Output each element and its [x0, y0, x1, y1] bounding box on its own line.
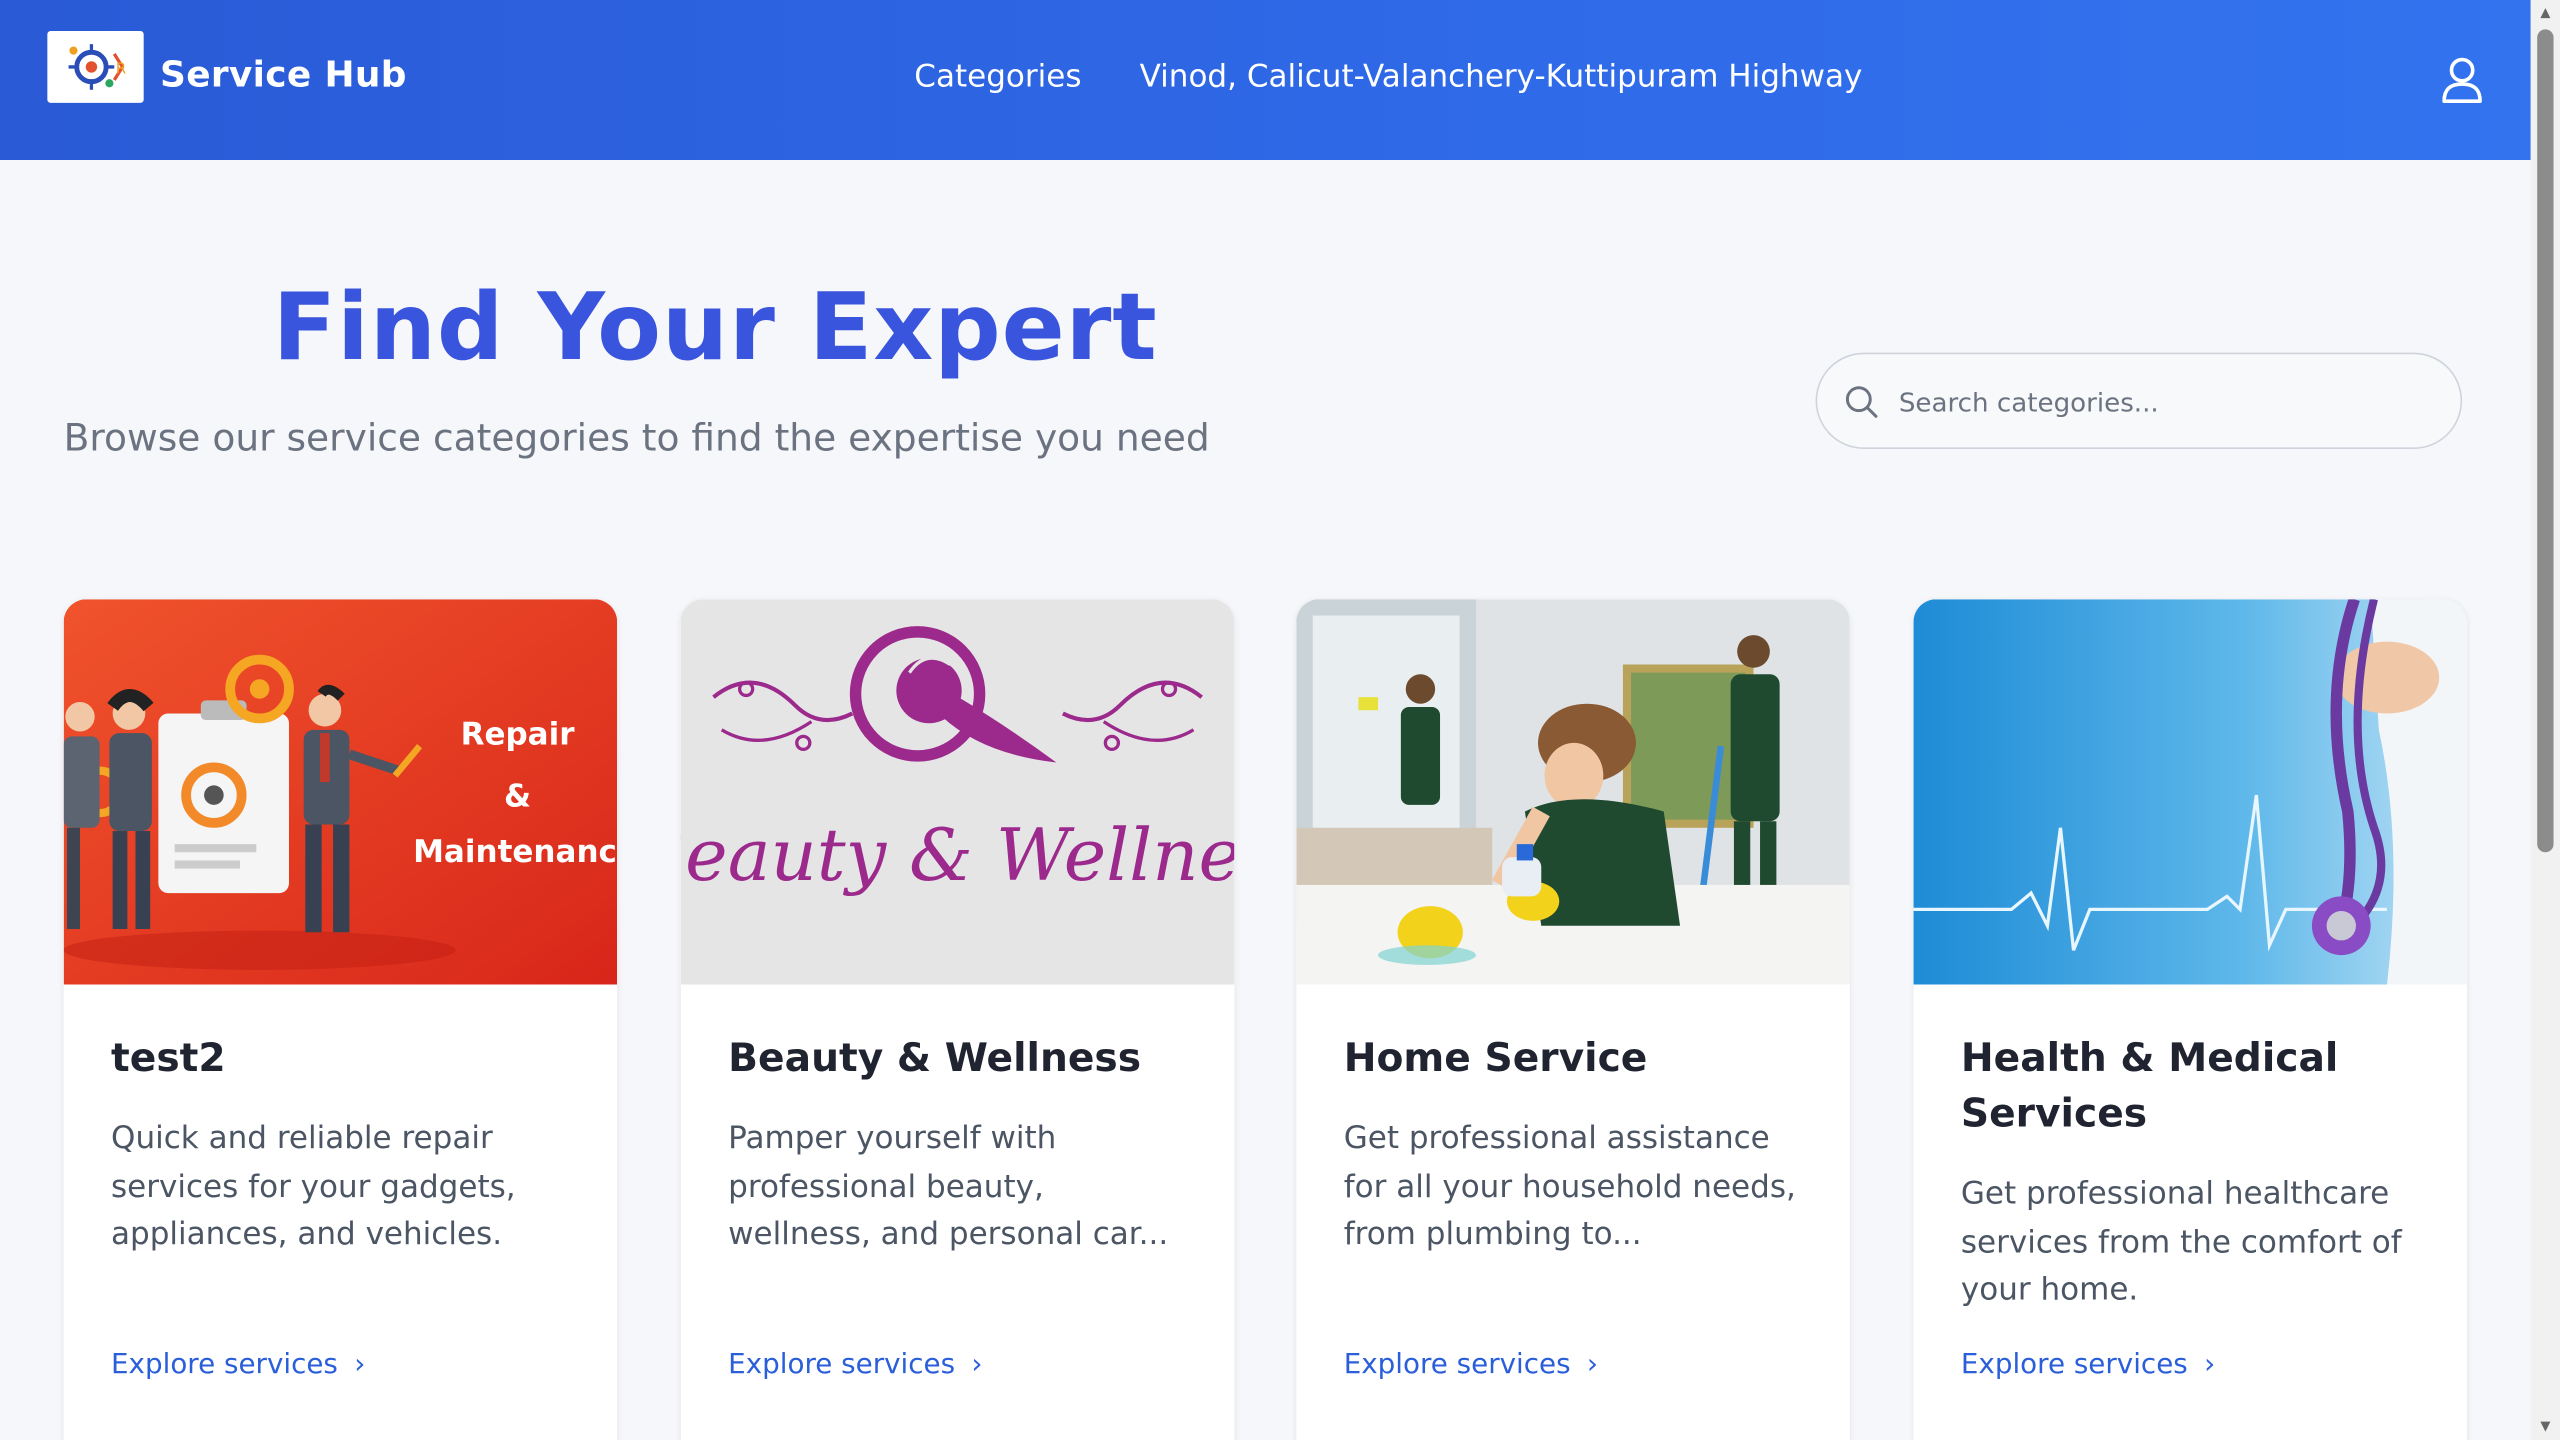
- logo-icon: R: [68, 44, 126, 90]
- top-navbar: R Service Hub Categories Vinod, Calicut-…: [0, 0, 2531, 161]
- user-icon[interactable]: [2434, 52, 2490, 108]
- card-image-beauty[interactable]: Beauty & Wellnes: [680, 599, 1235, 985]
- explore-services-label: Explore services: [111, 1348, 338, 1382]
- card-description: Pamper yourself with professional beauty…: [728, 1120, 1169, 1253]
- explore-services-label: Explore services: [1960, 1348, 2188, 1382]
- category-card-health-medical[interactable]: Health & Medical Services Get profession…: [1913, 599, 2468, 1440]
- nav-location-link[interactable]: Vinod, Calicut-Valanchery-Kuttipuram Hig…: [1140, 59, 1863, 95]
- image-text-maintenance: Maintenanc: [413, 834, 617, 870]
- search-input[interactable]: [1895, 370, 2441, 433]
- card-title: Beauty & Wellness: [728, 1035, 1142, 1081]
- page: R Service Hub Categories Vinod, Calicut-…: [0, 0, 2560, 1440]
- user-icon-svg: [2442, 57, 2482, 104]
- chevron-right-icon: ›: [1586, 1348, 1599, 1382]
- search-icon: [1845, 386, 1878, 418]
- page-title: Find Your Expert: [272, 274, 1158, 383]
- card-image-home-cleaning[interactable]: [1296, 599, 1850, 985]
- card-description: Get professional healthcare services fro…: [1960, 1175, 2402, 1308]
- scroll-up-arrow-icon[interactable]: ▲: [2537, 5, 2553, 21]
- image-text-beauty: Beauty & Wellnes: [681, 813, 1234, 897]
- category-card-test2[interactable]: Repair & Maintenanc test2 Quick and reli…: [63, 599, 618, 1440]
- card-image-medical[interactable]: [1913, 599, 2468, 985]
- category-card-beauty-wellness[interactable]: Beauty & Wellnes Beauty & Wellness Pampe…: [680, 599, 1235, 1440]
- card-title: Health & Medical Services: [1960, 1035, 2339, 1137]
- card-description: Quick and reliable repair services for y…: [111, 1120, 516, 1253]
- card-image-repair[interactable]: Repair & Maintenanc: [63, 599, 618, 985]
- chevron-right-icon: ›: [971, 1348, 983, 1382]
- explore-services-label: Explore services: [728, 1348, 956, 1382]
- image-text-repair: Repair: [461, 717, 576, 753]
- card-title: test2: [111, 1035, 226, 1081]
- card-description: Get professional assistance for all your…: [1343, 1120, 1796, 1253]
- explore-services-label: Explore services: [1343, 1348, 1571, 1382]
- chevron-right-icon: ›: [2204, 1348, 2216, 1382]
- explore-services-link[interactable]: Explore services ›: [1961, 1349, 2215, 1382]
- card-title: Home Service: [1343, 1035, 1648, 1081]
- explore-services-link[interactable]: Explore services ›: [111, 1349, 365, 1382]
- image-text-and: &: [504, 779, 531, 815]
- brand-name[interactable]: Service Hub: [160, 56, 407, 97]
- category-card-home-service[interactable]: Home Service Get professional assistance…: [1296, 599, 1850, 1440]
- explore-services-link[interactable]: Explore services ›: [1344, 1349, 1598, 1382]
- explore-services-link[interactable]: Explore services ›: [728, 1349, 982, 1382]
- logo[interactable]: R: [47, 31, 144, 103]
- scroll-thumb[interactable]: [2537, 29, 2554, 853]
- page-subtitle: Browse our service categories to find th…: [63, 417, 1210, 461]
- search-box[interactable]: [1815, 352, 2463, 449]
- nav-categories-link[interactable]: Categories: [914, 59, 1081, 95]
- chevron-right-icon: ›: [354, 1348, 366, 1382]
- svg-text:R: R: [116, 60, 126, 77]
- scroll-down-arrow-icon[interactable]: ▼: [2537, 1419, 2553, 1435]
- vertical-scrollbar[interactable]: ▲ ▼: [2530, 0, 2560, 1440]
